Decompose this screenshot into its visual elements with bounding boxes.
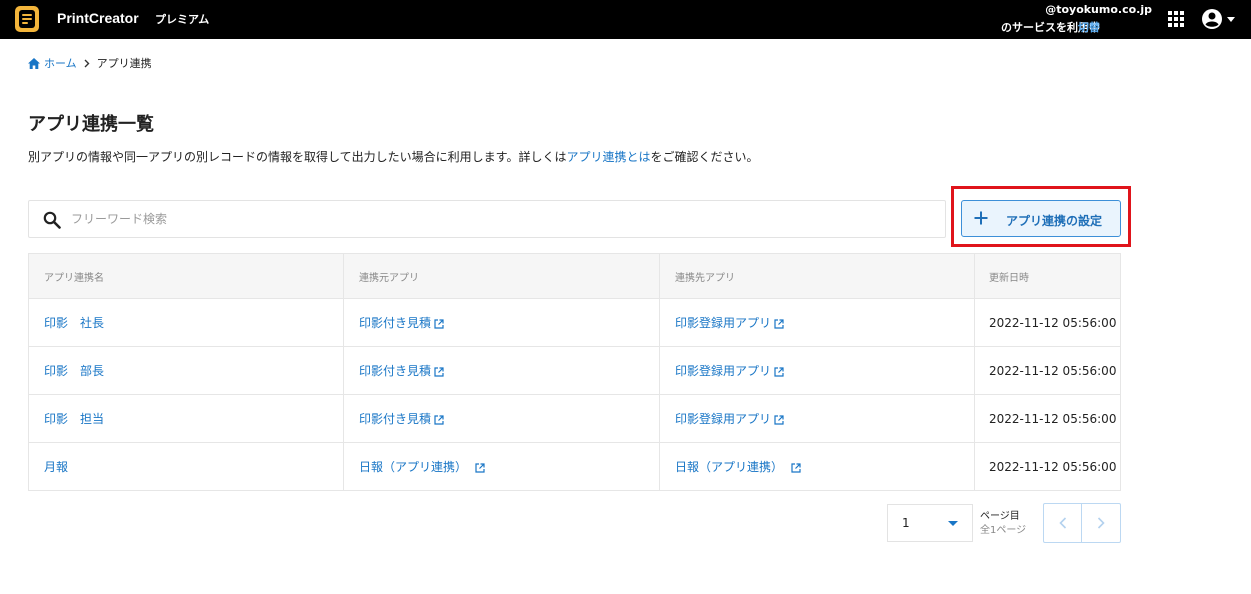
breadcrumb: ホーム アプリ連携 (28, 56, 152, 70)
breadcrumb-home-label[interactable]: ホーム (44, 55, 77, 71)
target-app-label[interactable]: 印影登録用アプリ (675, 364, 771, 378)
external-link-icon (791, 462, 801, 473)
page-number-select[interactable]: 1 (887, 504, 973, 542)
chevron-left-icon (1058, 517, 1066, 529)
source-app-link[interactable]: 日報（アプリ連携） (359, 458, 485, 475)
table-row: 印影 社長 印影付き見積 印影登録用アプリ 2022-11-12 05:56:0… (29, 299, 1120, 347)
target-app-link[interactable]: 印影登録用アプリ (675, 410, 784, 427)
table-row: 印影 担当 印影付き見積 印影登録用アプリ 2022-11-12 05:56:0… (29, 395, 1120, 443)
search-input[interactable] (71, 207, 931, 231)
external-link-icon (774, 414, 784, 425)
external-link-icon (774, 366, 784, 377)
updated-datetime: 2022-11-12 05:56:00 (989, 411, 1117, 426)
table-row: 印影 部長 印影付き見積 印影登録用アプリ 2022-11-12 05:56:0… (29, 347, 1120, 395)
account-email: @toyokumo.co.jp (1045, 3, 1152, 16)
total-pages-label: 全1ページ (980, 525, 1027, 536)
updated-datetime: 2022-11-12 05:56:00 (989, 459, 1117, 474)
external-link-icon (774, 318, 784, 329)
source-app-label[interactable]: 印影付き見積 (359, 316, 431, 330)
target-app-label[interactable]: 印影登録用アプリ (675, 316, 771, 330)
breadcrumb-home-link[interactable]: ホーム (28, 55, 77, 71)
next-page-button[interactable] (1082, 504, 1120, 542)
search-box (28, 200, 946, 238)
page-title: アプリ連携一覧 (28, 114, 154, 135)
external-link-icon (434, 366, 444, 377)
plus-icon (974, 211, 988, 225)
source-app-link[interactable]: 印影付き見積 (359, 410, 444, 427)
column-header-target: 連携先アプリ (660, 254, 975, 298)
source-app-label[interactable]: 印影付き見積 (359, 412, 431, 426)
about-app-link[interactable]: アプリ連携とは (566, 150, 650, 164)
app-link-name[interactable]: 印影 社長 (44, 314, 104, 331)
apps-grid-icon[interactable] (1168, 11, 1184, 27)
top-bar: PrintCreator プレミアム @toyokumo.co.jp のサービス… (0, 0, 1251, 39)
table-header-row: アプリ連携名 連携元アプリ 連携先アプリ 更新日時 (29, 254, 1120, 299)
printcreator-logo-icon[interactable] (15, 6, 39, 32)
description-text-before: 別アプリの情報や同一アプリの別レコードの情報を取得して出力したい場合に利用します… (28, 150, 567, 164)
target-app-link[interactable]: 印影登録用アプリ (675, 362, 784, 379)
switch-account-link[interactable]: 切替 (1078, 19, 1100, 35)
add-app-link-button-label: アプリ連携の設定 (1006, 214, 1103, 228)
chevron-right-icon (84, 59, 90, 67)
external-link-icon (434, 414, 444, 425)
caret-down-icon (948, 521, 958, 526)
target-app-label[interactable]: 印影登録用アプリ (675, 412, 771, 426)
column-header-updated: 更新日時 (989, 272, 1029, 284)
updated-datetime: 2022-11-12 05:56:00 (989, 363, 1117, 378)
chevron-right-icon (1097, 517, 1105, 529)
prev-page-button[interactable] (1044, 504, 1083, 542)
page-number-value: 1 (902, 516, 910, 530)
search-icon (43, 211, 61, 229)
target-app-link[interactable]: 日報（アプリ連携） (675, 458, 801, 475)
target-app-link[interactable]: 印影登録用アプリ (675, 314, 784, 331)
app-link-name[interactable]: 印影 担当 (44, 410, 104, 427)
external-link-icon (434, 318, 444, 329)
source-app-link[interactable]: 印影付き見積 (359, 314, 444, 331)
column-header-name: アプリ連携名 (29, 254, 344, 298)
home-icon (28, 57, 40, 69)
page-info: ページ目 全1ページ (980, 510, 1026, 538)
app-link-name[interactable]: 印影 部長 (44, 362, 104, 379)
app-link-name[interactable]: 月報 (44, 458, 68, 475)
description-text-after: をご確認ください。 (650, 150, 759, 164)
target-app-label[interactable]: 日報（アプリ連携） (675, 460, 783, 474)
source-app-link[interactable]: 印影付き見積 (359, 362, 444, 379)
add-app-link-button[interactable]: アプリ連携の設定 (961, 200, 1121, 237)
page-description: 別アプリの情報や同一アプリの別レコードの情報を取得して出力したい場合に利用します… (28, 148, 758, 165)
app-link-table: アプリ連携名 連携元アプリ 連携先アプリ 更新日時 印影 社長 印影付き見積 印… (28, 253, 1121, 491)
table-row: 月報 日報（アプリ連携） 日報（アプリ連携） 2022-11-12 05:56:… (29, 443, 1120, 491)
page-suffix-label: ページ目 (980, 511, 1020, 522)
brand-name[interactable]: PrintCreator (57, 10, 139, 26)
breadcrumb-current: アプリ連携 (96, 57, 152, 70)
user-account-icon[interactable] (1201, 8, 1237, 30)
column-header-source: 連携元アプリ (344, 254, 660, 298)
source-app-label[interactable]: 印影付き見積 (359, 364, 431, 378)
plan-label: プレミアム (155, 13, 210, 26)
pager-buttons (1043, 503, 1121, 543)
source-app-label[interactable]: 日報（アプリ連携） (359, 460, 467, 474)
external-link-icon (475, 462, 485, 473)
updated-datetime: 2022-11-12 05:56:00 (989, 315, 1117, 330)
